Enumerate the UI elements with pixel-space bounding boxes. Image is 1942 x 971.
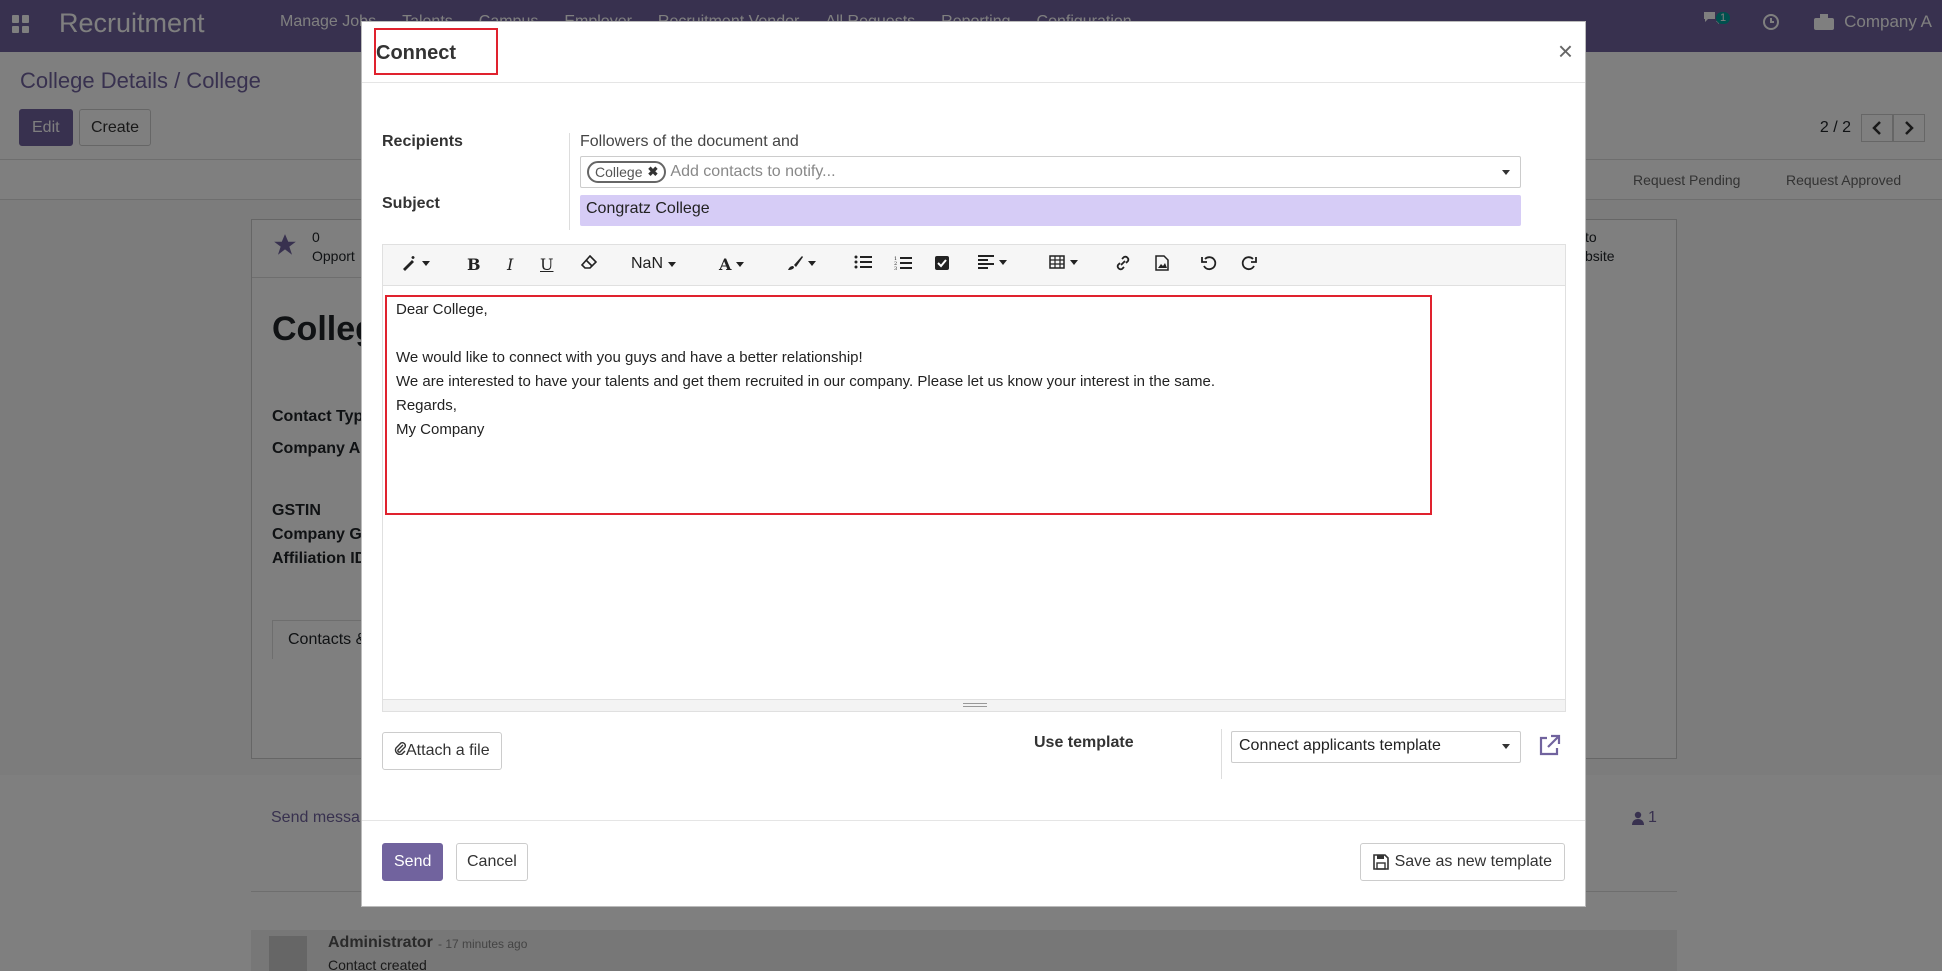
svg-text:3: 3 xyxy=(894,266,897,271)
editor-toolbar: B I U NaN A 123 xyxy=(382,244,1566,286)
subject-label: Subject xyxy=(382,195,440,212)
save-as-new-template-button[interactable]: Save as new template xyxy=(1359,843,1565,881)
link-icon[interactable] xyxy=(1115,255,1131,271)
eraser-icon[interactable] xyxy=(581,255,597,269)
editor-resize-handle[interactable] xyxy=(383,699,1565,711)
title-highlight-box xyxy=(374,28,498,75)
align-left-icon xyxy=(978,255,994,269)
save-as-new-template-label: Save as new template xyxy=(1394,853,1552,870)
recipients-input[interactable]: College ✖ Add contacts to notify... xyxy=(580,156,1521,188)
recipient-tag: College ✖ xyxy=(587,161,667,183)
checklist-icon[interactable] xyxy=(934,255,950,271)
template-separator xyxy=(1221,729,1222,779)
style-dropdown[interactable] xyxy=(401,255,430,271)
remove-tag-icon[interactable]: ✖ xyxy=(647,164,658,180)
align-dropdown[interactable] xyxy=(978,255,1007,269)
use-template-label: Use template xyxy=(1034,734,1134,751)
font-color-icon[interactable]: A xyxy=(719,255,745,274)
redo-icon[interactable] xyxy=(1241,255,1257,271)
footer-divider xyxy=(362,820,1585,821)
paint-brush-icon[interactable] xyxy=(787,255,816,271)
floppy-disk-icon xyxy=(1372,854,1389,870)
recipient-tag-label: College xyxy=(595,164,643,180)
chevron-down-icon xyxy=(1502,744,1510,749)
followers-text: Followers of the document and xyxy=(580,133,799,150)
recipients-label: Recipients xyxy=(382,133,463,150)
image-icon[interactable] xyxy=(1155,255,1169,271)
body-highlight-box xyxy=(385,295,1432,515)
attach-file-button[interactable]: Attach a file xyxy=(382,732,502,770)
send-button[interactable]: Send xyxy=(382,843,444,881)
close-icon[interactable]: × xyxy=(1558,36,1573,67)
table-icon xyxy=(1049,255,1065,269)
subject-input[interactable]: Congratz College xyxy=(580,195,1521,226)
bold-icon[interactable]: B xyxy=(467,255,481,274)
header-divider xyxy=(362,82,1585,83)
chevron-down-icon[interactable] xyxy=(1502,170,1510,175)
numbered-list-icon[interactable]: 123 xyxy=(894,255,912,271)
attach-file-label: Attach a file xyxy=(406,742,490,759)
recipients-placeholder: Add contacts to notify... xyxy=(670,163,836,180)
paperclip-icon xyxy=(394,742,406,756)
template-select[interactable]: Connect applicants template xyxy=(1231,731,1521,763)
font-size-dropdown[interactable]: NaN xyxy=(631,255,677,273)
bullet-list-icon[interactable] xyxy=(854,255,872,269)
field-separator xyxy=(569,133,570,230)
underline-icon[interactable]: U xyxy=(540,255,553,274)
italic-icon[interactable]: I xyxy=(507,255,513,274)
undo-icon[interactable] xyxy=(1201,255,1217,271)
table-dropdown[interactable] xyxy=(1049,255,1078,269)
font-size-value: NaN xyxy=(631,255,664,272)
connect-dialog: Connect × Recipients Followers of the do… xyxy=(361,21,1586,907)
magic-wand-icon xyxy=(403,256,415,271)
cancel-button[interactable]: Cancel xyxy=(456,843,528,881)
external-link-icon[interactable] xyxy=(1535,732,1563,760)
template-value: Connect applicants template xyxy=(1239,737,1441,754)
